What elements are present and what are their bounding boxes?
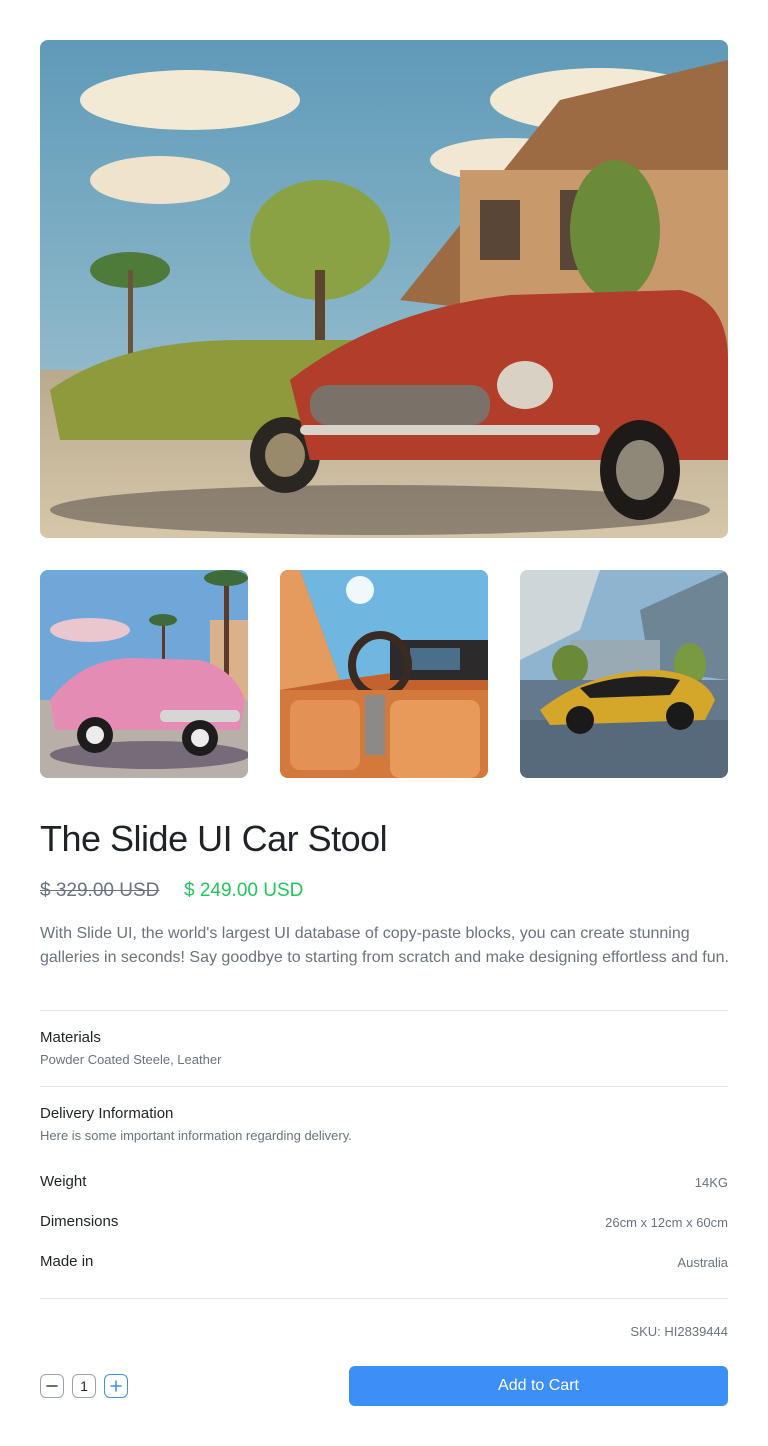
divider [40, 1086, 728, 1087]
spec-label-weight: Weight [40, 1173, 87, 1190]
spec-value-weight: 14KG [694, 1175, 728, 1190]
add-to-cart-button[interactable]: Add to Cart [349, 1366, 728, 1406]
quantity-increment-button[interactable] [104, 1374, 128, 1398]
sale-price: $ 249.00 USD [184, 880, 304, 901]
spec-value-made-in: Australia [677, 1255, 728, 1270]
spec-label-dimensions: Dimensions [40, 1213, 119, 1230]
thumbnail-gold-supercar[interactable] [520, 570, 728, 778]
hero-image [40, 40, 728, 538]
materials-value: Powder Coated Steele, Leather [40, 1052, 222, 1067]
materials-title: Materials [40, 1029, 101, 1046]
delivery-subtitle: Here is some important information regar… [40, 1128, 352, 1143]
product-description: With Slide UI, the world's largest UI da… [40, 925, 729, 966]
quantity-value[interactable]: 1 [72, 1374, 96, 1398]
spec-label-made-in: Made in [40, 1253, 94, 1270]
minus-icon [46, 1385, 58, 1387]
thumbnail-car-interior[interactable] [280, 570, 488, 778]
plus-icon [110, 1380, 122, 1392]
delivery-title: Delivery Information [40, 1105, 174, 1122]
quantity-decrement-button[interactable] [40, 1374, 64, 1398]
spec-value-dimensions: 26cm x 12cm x 60cm [605, 1215, 728, 1230]
thumbnail-pink-car[interactable] [40, 570, 248, 778]
original-price: $ 329.00 USD [40, 880, 160, 901]
sku-label: SKU: HI2839444 [630, 1324, 728, 1339]
divider [40, 1010, 728, 1011]
product-title: The Slide UI Car Stool [40, 818, 388, 859]
divider [40, 1298, 728, 1299]
